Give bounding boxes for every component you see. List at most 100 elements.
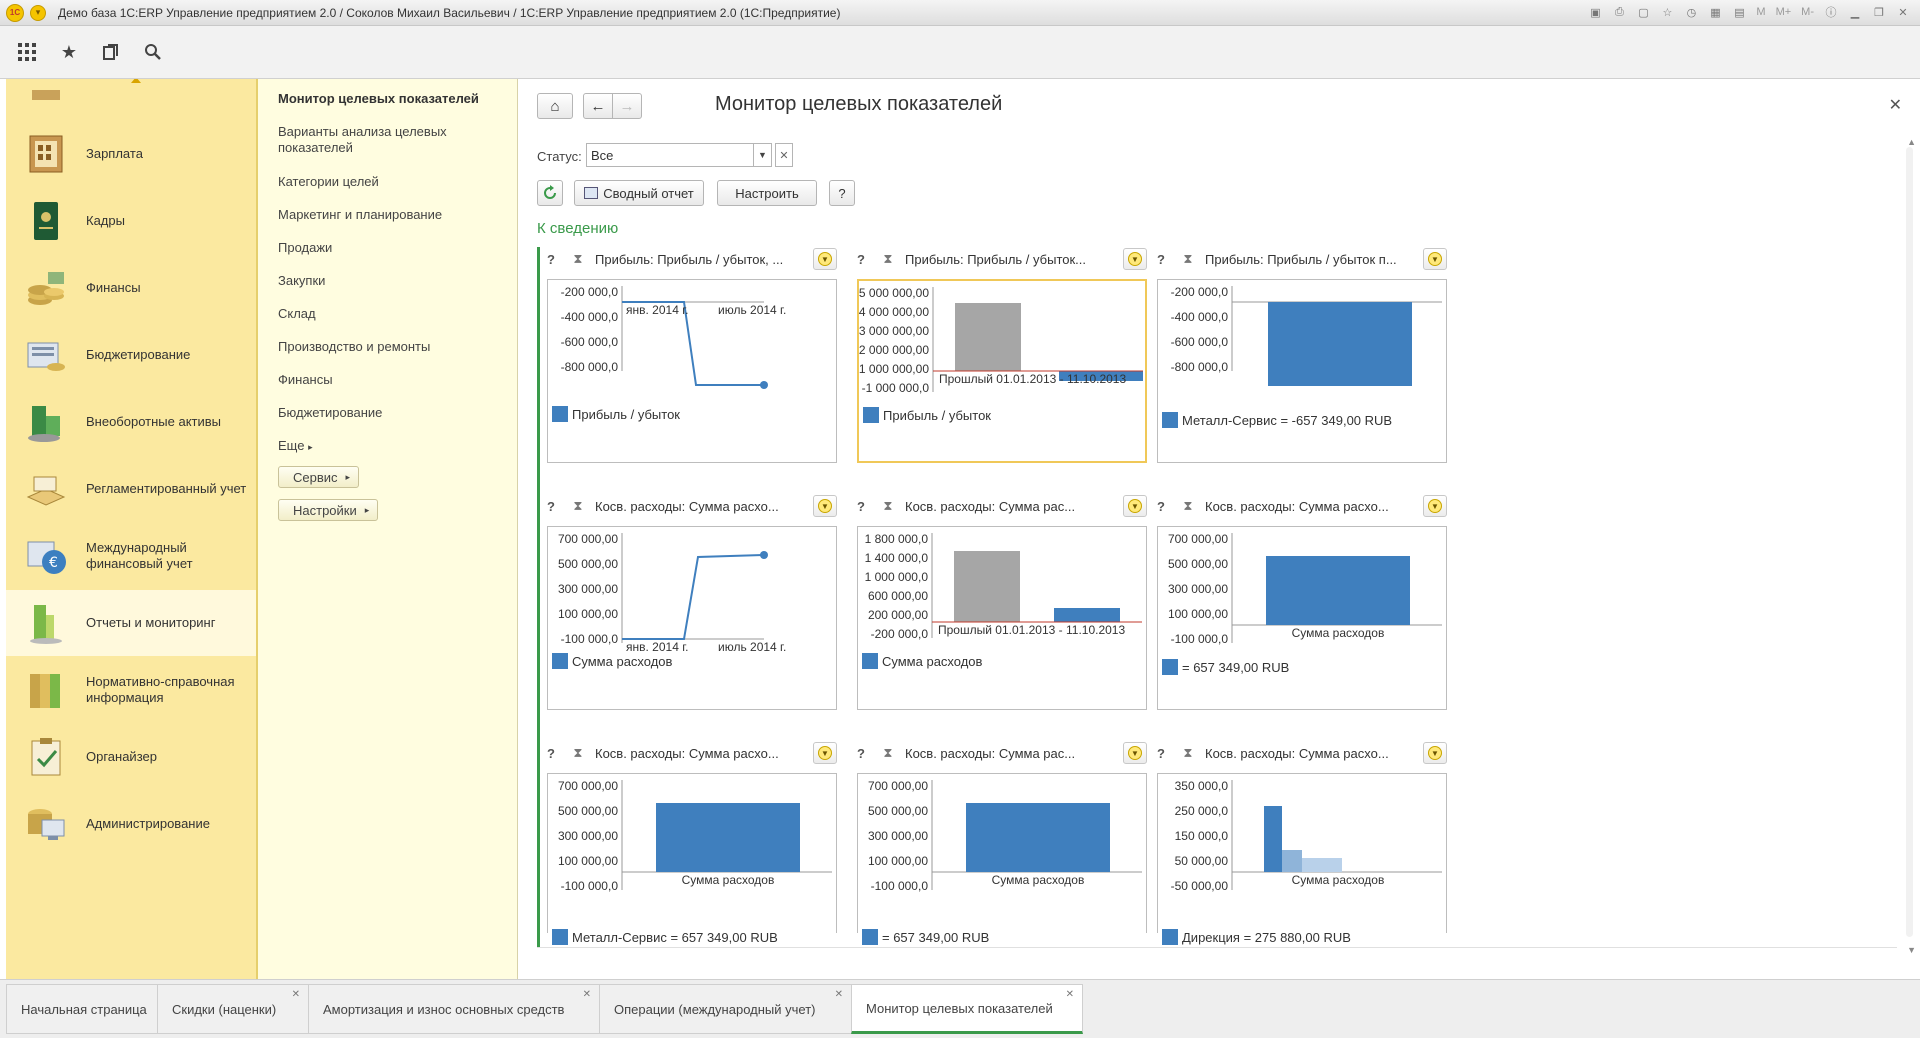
widget-menu-button[interactable]: ▼ — [813, 742, 837, 764]
calendar-icon[interactable]: ▤ — [1730, 3, 1748, 21]
scroll-down-icon[interactable]: ▼ — [1907, 945, 1916, 955]
tab-operations[interactable]: Операции (международный учет) ✕ — [599, 984, 852, 1034]
history-icon[interactable] — [100, 41, 122, 63]
section-item-budgeting[interactable]: Бюджетирование — [6, 322, 256, 388]
tab-home[interactable]: Начальная страница — [6, 984, 158, 1034]
calculator-icon[interactable]: ▦ — [1706, 3, 1724, 21]
memory-add-button[interactable]: M+ — [1774, 6, 1794, 18]
submenu-item-analysis-variants[interactable]: Варианты анализа целевых показателей — [278, 124, 508, 156]
submenu-item-finance[interactable]: Финансы — [278, 372, 508, 388]
submenu-item-production[interactable]: Производство и ремонты — [278, 339, 508, 355]
widget-chart[interactable]: 350 000,0 250 000,0 150 000,0 50 000,00 -50 … — [1157, 773, 1447, 945]
tab-close-icon[interactable]: ✕ — [1066, 989, 1074, 1000]
help-icon[interactable]: ? — [857, 746, 871, 761]
widget-menu-button[interactable]: ▼ — [1423, 742, 1447, 764]
widget-menu-button[interactable]: ▼ — [1423, 248, 1447, 270]
submenu-item-monitor[interactable]: Монитор целевых показателей — [278, 91, 508, 107]
tab-depreciation[interactable]: Амортизация и износ основных средств ✕ — [308, 984, 600, 1034]
submenu-item-sales[interactable]: Продажи — [278, 240, 508, 256]
section-item-salary[interactable]: Зарплата — [6, 121, 256, 187]
main-menu-icon[interactable]: ▾ — [30, 4, 46, 21]
restore-icon[interactable]: ❐ — [1870, 3, 1888, 21]
widget-menu-button[interactable]: ▼ — [813, 495, 837, 517]
widget-menu-button[interactable]: ▼ — [1123, 248, 1147, 270]
help-icon[interactable]: ? — [857, 499, 871, 514]
help-icon[interactable]: ? — [857, 252, 871, 267]
widget-menu-button[interactable]: ▼ — [1423, 495, 1447, 517]
tab-close-icon[interactable]: ✕ — [292, 989, 300, 1000]
memory-sub-button[interactable]: M- — [1799, 6, 1816, 18]
home-button[interactable]: ⌂ — [537, 93, 573, 119]
scroll-up-icon[interactable]: ▲ — [1907, 137, 1916, 147]
configure-button[interactable]: Настроить — [717, 180, 817, 206]
help-icon[interactable]: ? — [1157, 252, 1171, 267]
help-icon[interactable]: ? — [547, 252, 561, 267]
section-item-reference[interactable]: Нормативно-справочная информация — [6, 657, 256, 723]
tab-discounts[interactable]: Скидки (наценки) ✕ — [157, 984, 309, 1034]
help-icon[interactable]: ? — [1157, 499, 1171, 514]
widget-menu-button[interactable]: ▼ — [813, 248, 837, 270]
tab-close-icon[interactable]: ✕ — [583, 989, 591, 1000]
clear-icon[interactable]: ✕ — [775, 143, 793, 167]
widget-chart[interactable]: 700 000,00 500 000,00 300 000,00 100 000,00… — [547, 773, 837, 945]
section-item-personnel[interactable]: Кадры — [6, 188, 256, 254]
section-item-reports[interactable]: Отчеты и мониторинг — [6, 590, 256, 656]
favorites-star-icon[interactable]: ★ — [58, 41, 80, 63]
search-icon[interactable] — [142, 41, 164, 63]
close-window-icon[interactable]: ✕ — [1894, 3, 1912, 21]
section-item-assets[interactable]: Внеоборотные активы — [6, 389, 256, 455]
preview-icon[interactable]: ▢ — [1634, 3, 1652, 21]
widget-chart[interactable]: -200 000,0 -400 000,0 -600 000,0 -800 000,0… — [1157, 279, 1447, 463]
minimize-icon[interactable]: ▁ — [1846, 3, 1864, 21]
section-item-accounting[interactable]: Регламентированный учет — [6, 456, 256, 522]
widget-chart[interactable]: -200 000,0 -400 000,0 -600 000,0 -800 000,0… — [547, 279, 837, 463]
status-select[interactable]: Все — [586, 143, 754, 167]
submenu-item-purchases[interactable]: Закупки — [278, 273, 508, 289]
widget-chart[interactable]: 1 800 000,0 1 400 000,0 1 000 000,0 600 000… — [857, 526, 1147, 710]
section-item-hidden[interactable] — [6, 79, 256, 117]
widget-menu-button[interactable]: ▼ — [1123, 742, 1147, 764]
help-icon[interactable]: ? — [547, 746, 561, 761]
series-point — [760, 551, 768, 559]
memory-button[interactable]: M — [1754, 6, 1767, 18]
section-item-finance[interactable]: Финансы — [6, 255, 256, 321]
chevron-down-icon[interactable]: ▼ — [754, 143, 772, 167]
favorites-icon[interactable]: ☆ — [1658, 3, 1676, 21]
close-form-icon[interactable]: ✕ — [1889, 95, 1902, 115]
submenu-item-marketing[interactable]: Маркетинг и планирование — [278, 207, 508, 223]
help-button[interactable]: ? — [829, 180, 855, 206]
section-item-international[interactable]: € Международный финансовый учет — [6, 523, 256, 589]
save-icon[interactable]: ▣ — [1586, 3, 1604, 21]
y-tick-label: 50 000,00 — [1175, 854, 1229, 868]
section-item-organizer[interactable]: Органайзер — [6, 724, 256, 790]
apps-grid-icon[interactable] — [16, 41, 38, 63]
submenu-more-link[interactable]: Еще ▸ — [278, 438, 508, 455]
widget-menu-button[interactable]: ▼ — [1123, 495, 1147, 517]
history-icon[interactable]: ◷ — [1682, 3, 1700, 21]
settings-button[interactable]: Настройки ▸ — [278, 499, 379, 521]
refresh-button[interactable] — [537, 180, 563, 206]
help-icon[interactable]: ? — [547, 499, 561, 514]
submenu-item-goal-categories[interactable]: Категории целей — [278, 174, 508, 190]
widget-chart[interactable]: 700 000,00 500 000,00 300 000,00 100 000,00… — [1157, 526, 1447, 710]
section-item-admin[interactable]: Администрирование — [6, 791, 256, 857]
tab-target-monitor[interactable]: Монитор целевых показателей ✕ — [851, 984, 1083, 1034]
widget-chart[interactable]: 700 000,00 500 000,00 300 000,00 100 000,00… — [547, 526, 837, 710]
y-tick-label: 5 000 000,00 — [859, 286, 929, 300]
bar-value — [1302, 858, 1342, 872]
scrollbar-track[interactable] — [1906, 147, 1913, 937]
widget-chart[interactable]: 5 000 000,00 4 000 000,00 3 000 000,00 2 00… — [857, 279, 1147, 463]
summary-report-button[interactable]: Сводный отчет — [574, 180, 704, 206]
submenu-item-warehouse[interactable]: Склад — [278, 306, 508, 322]
help-icon[interactable]: ? — [1157, 746, 1171, 761]
app-logo-icon[interactable]: 1С — [6, 3, 24, 22]
print-icon[interactable]: ⎙ — [1610, 3, 1628, 21]
tab-close-icon[interactable]: ✕ — [835, 989, 843, 1000]
service-button[interactable]: Сервис ▸ — [278, 466, 360, 488]
submenu-item-budgeting[interactable]: Бюджетирование — [278, 405, 508, 421]
widget-chart[interactable]: 700 000,00 500 000,00 300 000,00 100 000,00… — [857, 773, 1147, 945]
forward-button[interactable]: → — [612, 93, 642, 119]
back-button[interactable]: ← — [583, 93, 613, 119]
info-icon[interactable]: ⓘ — [1822, 3, 1840, 21]
y-tick-label: -800 000,0 — [1171, 360, 1229, 374]
